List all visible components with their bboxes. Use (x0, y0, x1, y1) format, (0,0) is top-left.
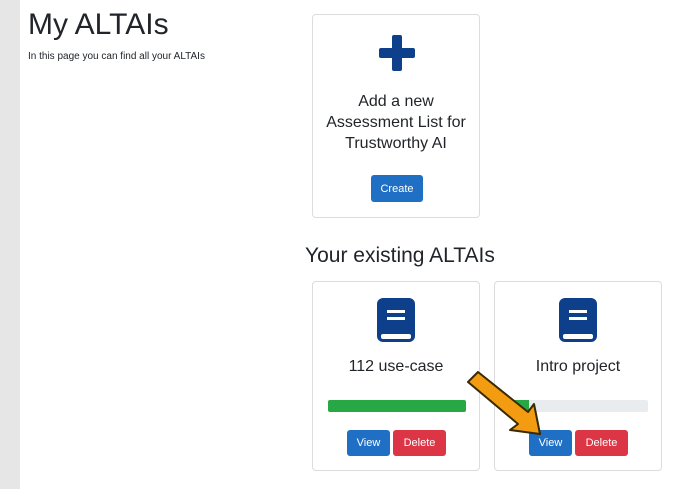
plus-icon (379, 35, 415, 71)
altai-name: 112 use-case (348, 358, 444, 375)
page-subtitle: In this page you can find all your ALTAI… (28, 51, 205, 62)
progress-bar (328, 400, 466, 412)
progress-bar (510, 400, 648, 412)
create-card: Add a new Assessment List for Trustworth… (312, 14, 480, 218)
create-button[interactable]: Create (371, 175, 423, 202)
altai-card: Intro project View Delete (494, 281, 662, 471)
delete-button[interactable]: Delete (575, 430, 628, 456)
page-title: My ALTAIs (28, 8, 169, 41)
view-button[interactable]: View (347, 430, 390, 456)
existing-altais-title: Your existing ALTAIs (305, 244, 495, 267)
progress-fill (328, 400, 466, 412)
altai-name: Intro project (535, 358, 621, 375)
view-button[interactable]: View (529, 430, 572, 456)
progress-fill (510, 400, 530, 412)
page: My ALTAIs In this page you can find all … (20, 0, 684, 489)
book-icon (377, 298, 415, 342)
book-icon (559, 298, 597, 342)
delete-button[interactable]: Delete (393, 430, 446, 456)
create-card-text: Add a new Assessment List for Trustworth… (326, 93, 466, 152)
altai-card: 112 use-case View Delete (312, 281, 480, 471)
